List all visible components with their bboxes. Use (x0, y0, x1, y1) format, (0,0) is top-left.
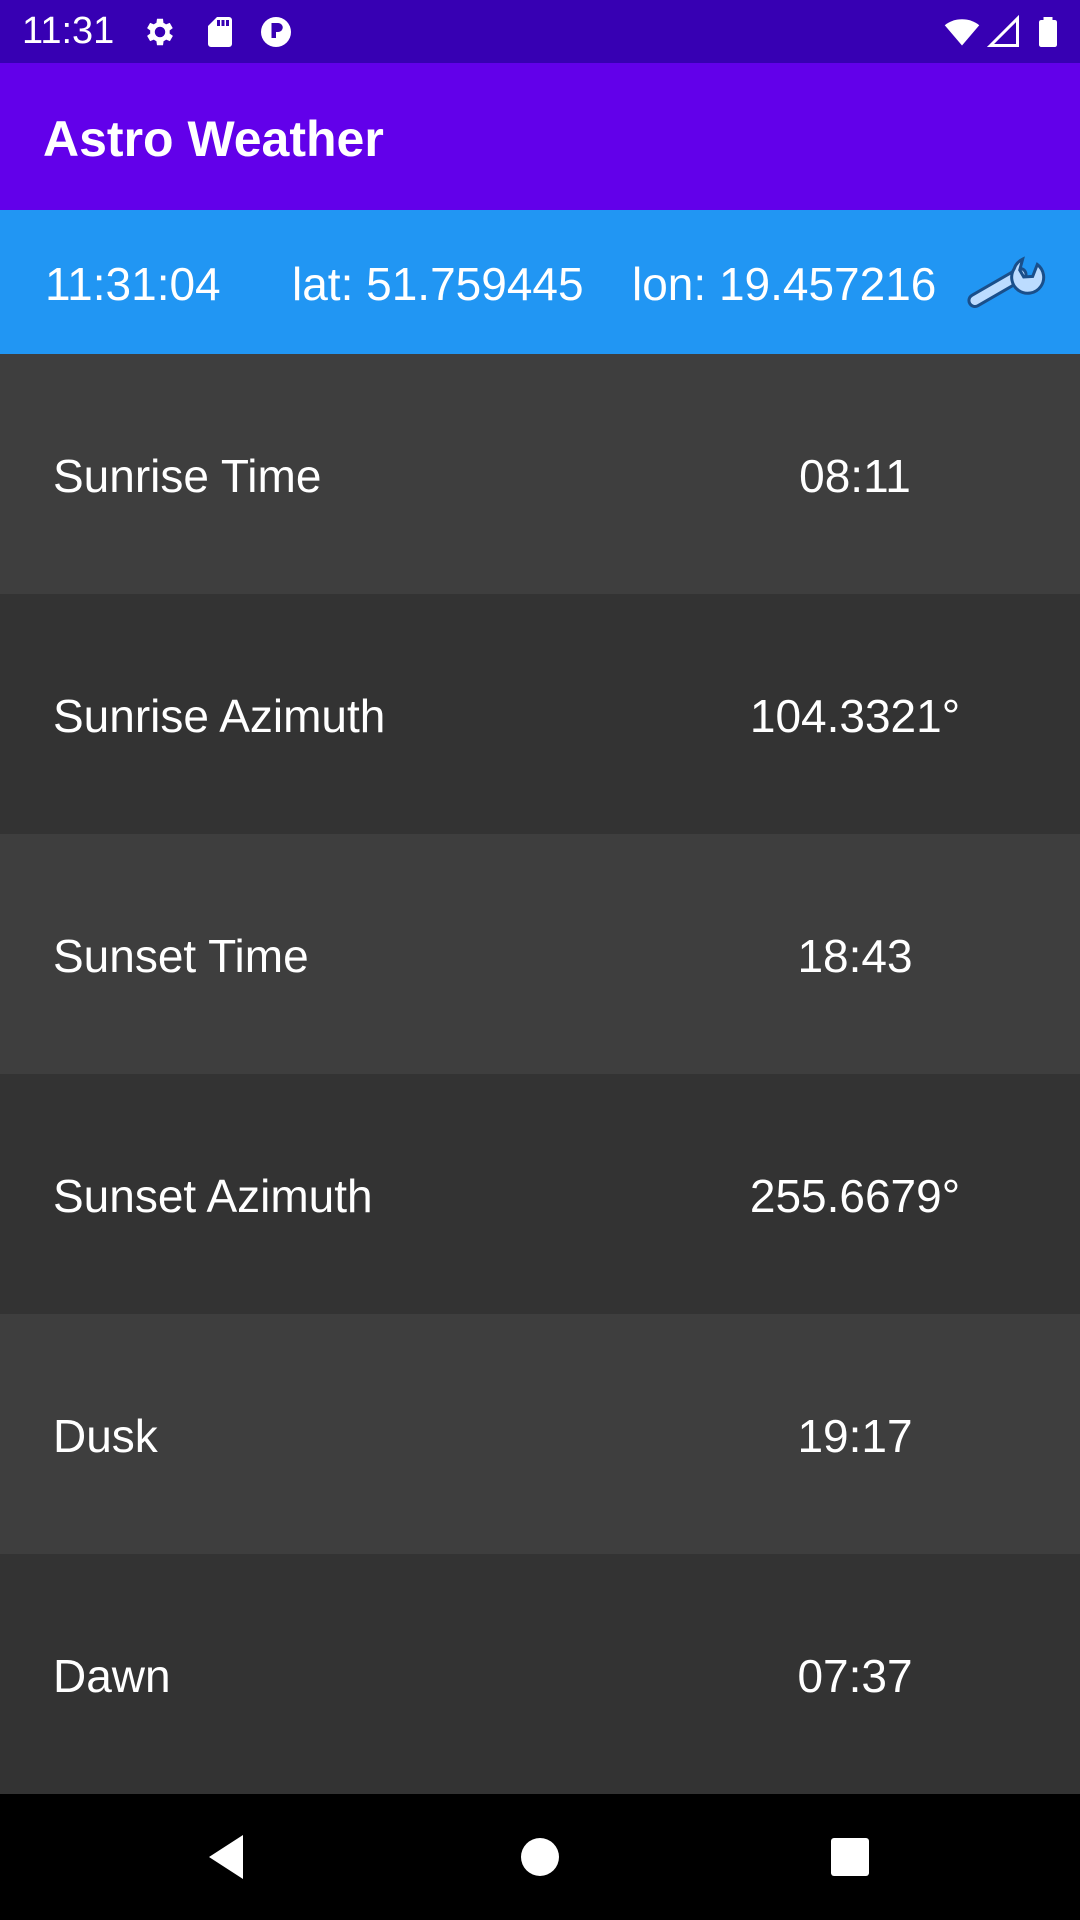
recents-icon[interactable] (820, 1827, 880, 1887)
sd-card-icon (208, 17, 232, 47)
list-item-sunset-time: Sunset Time 18:43 (0, 834, 1080, 1074)
status-time: 11:31 (22, 10, 115, 52)
astro-data-list: Sunrise Time 08:11 Sunrise Azimuth 104.3… (0, 354, 1080, 1794)
row-value: 07:37 (797, 1650, 913, 1702)
row-label: Sunset Azimuth (53, 1170, 373, 1222)
signal-icon (986, 14, 1019, 47)
home-icon[interactable] (510, 1827, 570, 1887)
row-label: Dawn (53, 1650, 171, 1702)
wrench-icon[interactable] (962, 246, 1052, 318)
location-info-bar: 11:31:04 lat: 51.759445 lon: 19.457216 (0, 210, 1080, 354)
navigation-bar (0, 1794, 1080, 1920)
row-label: Sunset Time (53, 930, 309, 982)
latitude-label: lat: 51.759445 (292, 258, 584, 310)
current-time: 11:31:04 (45, 258, 221, 310)
status-bar: 11:31 (0, 0, 1080, 63)
list-item-dusk: Dusk 19:17 (0, 1314, 1080, 1554)
row-label: Dusk (53, 1410, 158, 1462)
gear-icon (147, 18, 173, 46)
app-title: Astro Weather (43, 111, 384, 167)
row-value: 104.3321° (749, 690, 961, 742)
row-label: Sunrise Time (53, 450, 322, 502)
wifi-icon (944, 19, 980, 46)
list-item-sunrise-azimuth: Sunrise Azimuth 104.3321° (0, 594, 1080, 834)
list-item-dawn: Dawn 07:37 (0, 1554, 1080, 1794)
list-item-sunset-azimuth: Sunset Azimuth 255.6679° (0, 1074, 1080, 1314)
vpn-icon (261, 17, 291, 47)
row-value: 255.6679° (749, 1170, 961, 1222)
list-item-sunrise-time: Sunrise Time 08:11 (0, 354, 1080, 594)
row-label: Sunrise Azimuth (53, 690, 386, 742)
row-value: 18:43 (797, 930, 913, 982)
battery-icon (1039, 17, 1057, 47)
longitude-label: lon: 19.457216 (632, 258, 937, 310)
row-value: 08:11 (799, 450, 911, 502)
app-bar: Astro Weather (0, 63, 1080, 210)
back-icon[interactable] (195, 1827, 255, 1887)
row-value: 19:17 (797, 1410, 913, 1462)
